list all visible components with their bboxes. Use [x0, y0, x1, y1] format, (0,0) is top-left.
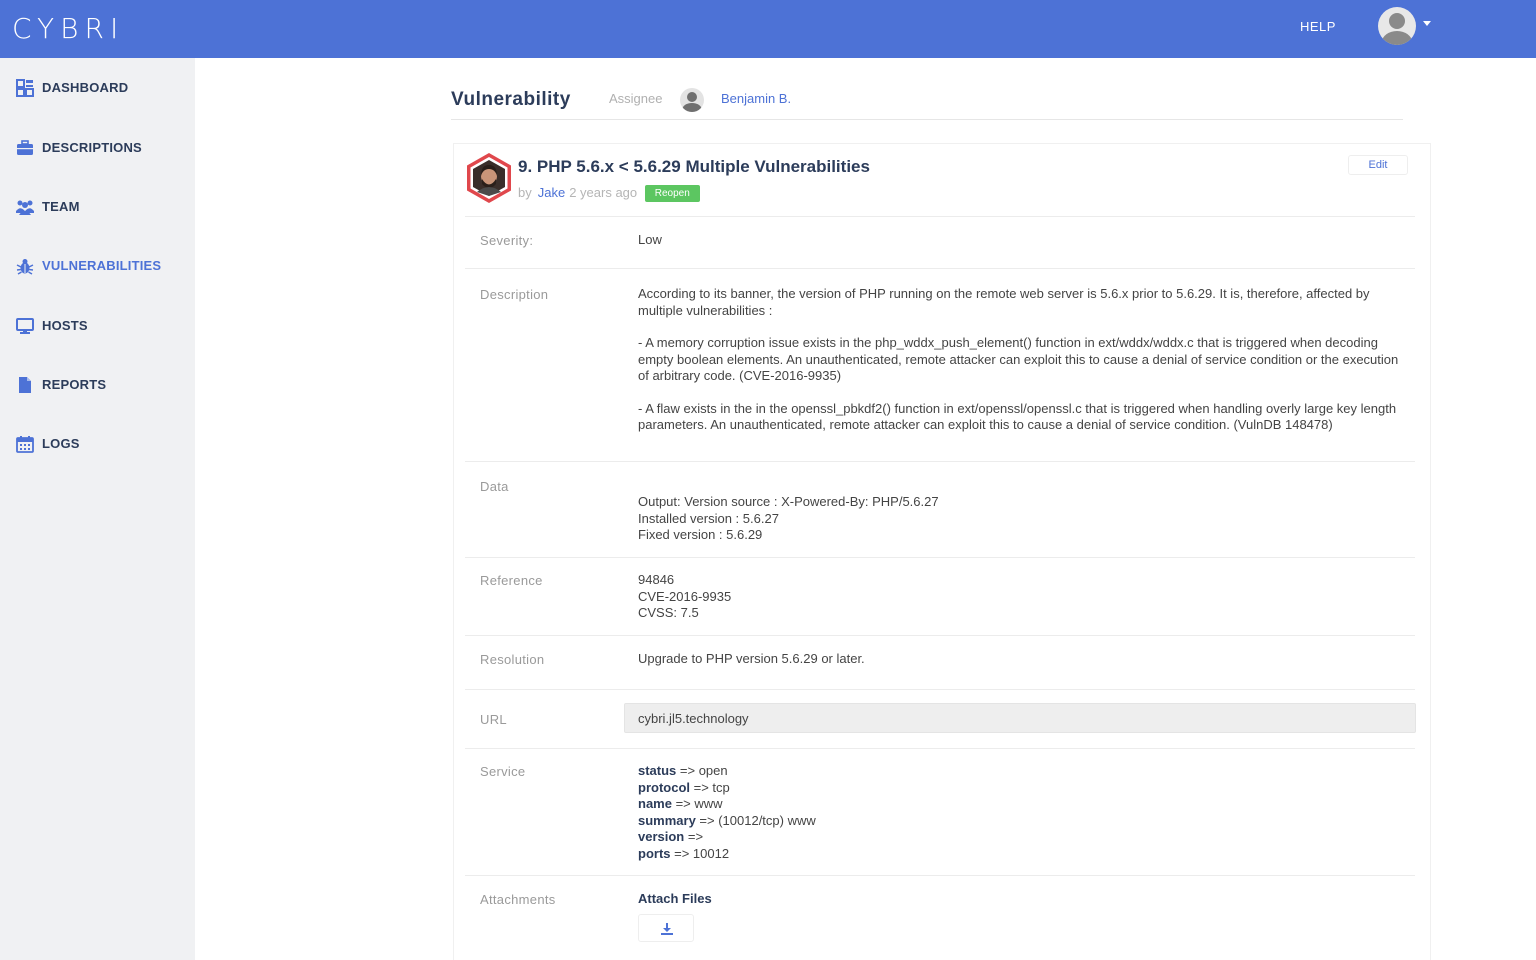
sidebar-item-descriptions[interactable]: DESCRIPTIONS [0, 128, 195, 168]
description-paragraph: According to its banner, the version of … [638, 286, 1370, 318]
by-label: by [518, 185, 532, 200]
top-bar: CYBRI HELP [0, 0, 1536, 58]
author-link[interactable]: Jake [538, 185, 565, 200]
data-line: Fixed version : 5.6.29 [638, 527, 763, 542]
monitor-icon [16, 318, 34, 334]
severity-value: Low [638, 232, 662, 247]
reference-value: 94846 CVE-2016-9935 CVSS: 7.5 [638, 572, 1408, 622]
sidebar-item-label: VULNERABILITIES [42, 258, 162, 273]
document-icon [19, 377, 31, 393]
service-entry: protocol => tcp [638, 779, 730, 795]
url-label: URL [480, 712, 507, 727]
sidebar: DASHBOARD DESCRIPTIONS TEAM VULNERABILIT… [0, 58, 195, 960]
sidebar-item-reports[interactable]: REPORTS [0, 365, 195, 405]
sidebar-item-label: DESCRIPTIONS [42, 140, 142, 155]
attach-files-title: Attach Files [638, 891, 712, 906]
reference-line: 94846 [638, 572, 675, 587]
app-logo[interactable]: CYBRI [12, 12, 124, 45]
description-value: According to its banner, the version of … [638, 286, 1408, 450]
severity-label: Severity: [480, 233, 534, 248]
row-divider [465, 748, 1415, 749]
data-value: Output: Version source : X-Powered-By: P… [638, 494, 1408, 544]
team-icon [16, 200, 34, 215]
assignee-name-link[interactable]: Benjamin B. [721, 91, 791, 106]
row-divider [465, 689, 1415, 690]
resolution-label: Resolution [480, 652, 545, 667]
row-divider [465, 875, 1415, 876]
sidebar-item-logs[interactable]: LOGS [0, 424, 195, 464]
description-paragraph: - A memory corruption issue exists in th… [638, 335, 1399, 383]
description-paragraph: - A flaw exists in the in the openssl_pb… [638, 400, 1397, 433]
data-line: Output: Version source : X-Powered-By: P… [638, 494, 939, 509]
description-label: Description [480, 287, 549, 302]
sidebar-item-label: TEAM [42, 199, 80, 214]
service-value: status => open protocol => tcp name => w… [638, 763, 1408, 862]
data-line: Installed version : 5.6.27 [638, 510, 779, 526]
status-badge: Reopen [644, 185, 700, 202]
user-avatar[interactable] [1378, 7, 1416, 45]
edit-button[interactable]: Edit [1348, 155, 1408, 175]
row-divider [465, 557, 1415, 558]
service-entry: status => open [638, 763, 728, 778]
reference-line: CVE-2016-9935 [638, 588, 732, 604]
help-link[interactable]: HELP [1300, 19, 1336, 34]
sidebar-item-label: DASHBOARD [42, 80, 129, 95]
page-header: Vulnerability Assignee Benjamin B. [451, 80, 1403, 120]
row-divider [465, 216, 1415, 217]
attachments-label: Attachments [480, 892, 556, 907]
bug-icon [16, 259, 34, 275]
vulnerability-title: 9. PHP 5.6.x < 5.6.29 Multiple Vulnerabi… [518, 157, 870, 176]
author-avatar[interactable] [466, 152, 512, 204]
chevron-down-icon[interactable] [1423, 21, 1431, 26]
data-label: Data [480, 479, 509, 494]
service-label: Service [480, 764, 526, 779]
url-field[interactable]: cybri.jl5.technology [624, 703, 1416, 733]
sidebar-item-label: HOSTS [42, 318, 88, 333]
page-title: Vulnerability [451, 89, 571, 110]
timestamp: 2 years ago [569, 185, 638, 200]
row-divider [465, 635, 1415, 636]
sidebar-item-hosts[interactable]: HOSTS [0, 306, 195, 346]
service-entry: ports => 10012 [638, 845, 730, 861]
row-divider [465, 268, 1415, 269]
reference-label: Reference [480, 573, 543, 588]
service-entry: name => www [638, 796, 723, 811]
assignee-label: Assignee [609, 91, 663, 106]
service-entry: version => [638, 829, 704, 844]
sidebar-item-vulnerabilities[interactable]: VULNERABILITIES [0, 246, 195, 286]
url-value: cybri.jl5.technology [638, 711, 749, 726]
sidebar-item-team[interactable]: TEAM [0, 187, 195, 227]
dashboard-icon [16, 79, 34, 97]
row-divider [465, 461, 1415, 462]
assignee-avatar[interactable] [680, 88, 704, 112]
download-icon [661, 923, 673, 935]
sidebar-item-label: REPORTS [42, 377, 107, 392]
vulnerability-meta: by Jake 2 years ago Reopen [518, 185, 700, 202]
user-menu[interactable] [1378, 7, 1434, 47]
service-entry: summary => (10012/tcp) www [638, 812, 816, 828]
sidebar-item-label: LOGS [42, 436, 80, 451]
upload-button[interactable] [638, 914, 694, 942]
calendar-icon [16, 436, 34, 453]
sidebar-item-dashboard[interactable]: DASHBOARD [0, 68, 195, 108]
reference-line: CVSS: 7.5 [638, 605, 699, 620]
briefcase-icon [17, 140, 33, 155]
resolution-value: Upgrade to PHP version 5.6.29 or later. [638, 651, 865, 666]
